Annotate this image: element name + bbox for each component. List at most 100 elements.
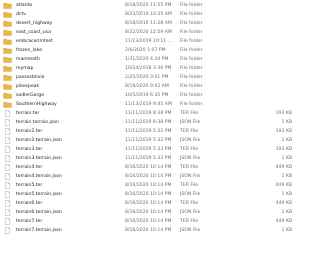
file-name: atlanto <box>16 3 33 8</box>
folder-icon <box>3 20 12 27</box>
date-modified: 1/31/2020 4:34 PM <box>125 57 169 62</box>
file-type: File folder <box>180 93 203 98</box>
file-size: 449 KB <box>275 165 292 170</box>
file-size: 1 KB <box>281 174 292 179</box>
folder-icon <box>3 65 12 72</box>
file-type: JSON File <box>180 174 201 179</box>
file-type: File folder <box>180 102 203 107</box>
file-type: File folder <box>180 39 203 44</box>
file-icon <box>3 209 12 216</box>
folder-row[interactable]: frozen_lake 2/6/2020 1:07 PM File folder <box>0 46 300 55</box>
date-modified: 11/11/2019 5:32 PM <box>125 129 172 134</box>
date-modified: 11/11/2019 8:38 PM <box>125 111 172 116</box>
file-name: terrain.ter <box>16 111 40 116</box>
file-name: terrain2.ter <box>16 129 43 134</box>
folder-icon <box>3 101 12 108</box>
file-size: 1 KB <box>281 156 292 161</box>
file-row[interactable]: terrain4.ter 8/16/2020 10:14 PM TER File 44… <box>0 163 300 172</box>
file-icon <box>3 137 12 144</box>
file-name: mymap <box>16 66 34 71</box>
file-size: 1 KB <box>281 138 292 143</box>
folder-row[interactable]: east_coast_usa 8/22/2020 12:59 AM File fol… <box>0 28 300 37</box>
file-name: terrain7.terrain.json <box>16 228 62 233</box>
file-name: terrain2.terrain.json <box>16 138 62 143</box>
file-name: embracerlmtest <box>16 39 53 44</box>
file-row[interactable]: terrain5.terrain.json 8/16/2020 10:14 PM J… <box>0 190 300 199</box>
folder-icon <box>3 83 12 90</box>
file-name: terrain5.ter <box>16 183 43 188</box>
file-size: 1 KB <box>281 120 292 125</box>
file-size: 1 KB <box>281 228 292 233</box>
file-size: 193 KB <box>275 129 292 134</box>
file-name: SouthernHighway <box>16 102 57 107</box>
date-modified: 8/22/2020 12:59 AM <box>125 30 172 35</box>
file-row[interactable]: terrain3.ter 11/11/2019 5:33 PM TER File 19… <box>0 145 300 154</box>
file-name: terrain4.ter <box>16 165 43 170</box>
folder-row[interactable]: embracerlmtest 11/13/2019 10:11 ... File f… <box>0 37 300 46</box>
file-size: 449 KB <box>275 183 292 188</box>
file-icon <box>3 164 12 171</box>
file-row[interactable]: terrain4.terrain.json 8/16/2020 10:14 PM J… <box>0 172 300 181</box>
file-row[interactable]: terrain2.terrain.json 11/11/2019 5:32 PM J… <box>0 136 300 145</box>
file-row[interactable]: terrain6.terrain.json 8/16/2020 10:14 PM J… <box>0 208 300 217</box>
folder-row[interactable]: atlanto 8/18/2020 11:55 PM File folder <box>0 1 300 10</box>
file-row[interactable]: terrain2.ter 11/11/2019 5:32 PM TER File 19… <box>0 127 300 136</box>
file-name: mammoth <box>16 57 40 62</box>
file-row[interactable]: terrain.terrain.json 11/11/2019 8:38 PM JS… <box>0 118 300 127</box>
date-modified: 8/16/2020 10:14 PM <box>125 192 172 197</box>
date-modified: 8/16/2020 10:14 PM <box>125 228 172 233</box>
folder-icon <box>3 38 12 45</box>
date-modified: 11/11/2019 5:33 PM <box>125 156 172 161</box>
folder-row[interactable]: mymap 10/24/2018 3:36 PM File folder <box>0 64 300 73</box>
folder-row[interactable]: SouthernHighway 11/13/2019 9:45 AM File fo… <box>0 100 300 109</box>
file-icon <box>3 110 12 117</box>
file-row[interactable]: terrain3.terrain.json 11/11/2019 5:33 PM J… <box>0 154 300 163</box>
file-size: 1 KB <box>281 192 292 197</box>
file-row[interactable]: terrain6.ter 8/16/2020 10:14 PM TER File 44… <box>0 199 300 208</box>
file-size: 193 KB <box>275 111 292 116</box>
file-icon <box>3 128 12 135</box>
file-name: terrain5.terrain.json <box>16 192 62 197</box>
file-type: File folder <box>180 21 203 26</box>
folder-row[interactable]: pikespeak 8/19/2020 9:02 AM File folder <box>0 82 300 91</box>
folder-row[interactable]: dctv 8/23/2019 10:35 AM File folder <box>0 10 300 19</box>
file-type: TER File <box>180 183 199 188</box>
file-type: File folder <box>180 75 203 80</box>
file-icon <box>3 227 12 234</box>
date-modified: 2/6/2020 1:07 PM <box>125 48 166 53</box>
file-name: frozen_lake <box>16 48 43 53</box>
file-row[interactable]: terrain7.ter 8/16/2020 10:14 PM TER File 44… <box>0 217 300 226</box>
date-modified: 11/11/2019 5:33 PM <box>125 147 172 152</box>
file-icon <box>3 182 12 189</box>
date-modified: 8/19/2020 9:02 AM <box>125 84 169 89</box>
file-type: JSON File <box>180 156 201 161</box>
date-modified: 11/13/2019 10:11 ... <box>125 39 173 44</box>
file-row[interactable]: terrain7.terrain.json 8/16/2020 10:14 PM J… <box>0 226 300 235</box>
folder-row[interactable]: passostelvio 2/25/2020 3:01 PM File folder <box>0 73 300 82</box>
file-row[interactable]: terrain.ter 11/11/2019 8:38 PM TER File 193… <box>0 109 300 118</box>
file-icon <box>3 191 12 198</box>
date-modified: 8/18/2019 11:28 AM <box>125 21 172 26</box>
file-icon <box>3 155 12 162</box>
file-name: dctv <box>16 12 26 17</box>
folder-icon <box>3 56 12 63</box>
file-name: passostelvio <box>16 75 45 80</box>
date-modified: 8/16/2020 10:14 PM <box>125 210 172 215</box>
file-size: 1 KB <box>281 210 292 215</box>
folder-row[interactable]: sadlerGorge 10/5/2019 6:35 PM File folder <box>0 91 300 100</box>
folder-row[interactable]: desert_highway 8/18/2019 11:28 AM File fol… <box>0 19 300 28</box>
file-type: TER File <box>180 201 199 206</box>
file-name: east_coast_usa <box>16 30 51 35</box>
file-name: sadlerGorge <box>16 93 45 98</box>
date-modified: 11/11/2019 5:32 PM <box>125 138 172 143</box>
file-icon <box>3 218 12 225</box>
date-modified: 11/11/2019 8:38 PM <box>125 120 172 125</box>
file-icon <box>3 173 12 180</box>
file-icon <box>3 119 12 126</box>
date-modified: 8/16/2020 10:14 PM <box>125 201 172 206</box>
file-row[interactable]: terrain5.ter 8/16/2020 10:14 PM TER File 44… <box>0 181 300 190</box>
folder-row[interactable]: mammoth 1/31/2020 4:34 PM File folder <box>0 55 300 64</box>
file-type: File folder <box>180 30 203 35</box>
date-modified: 8/16/2020 10:14 PM <box>125 165 172 170</box>
file-type: File folder <box>180 84 203 89</box>
